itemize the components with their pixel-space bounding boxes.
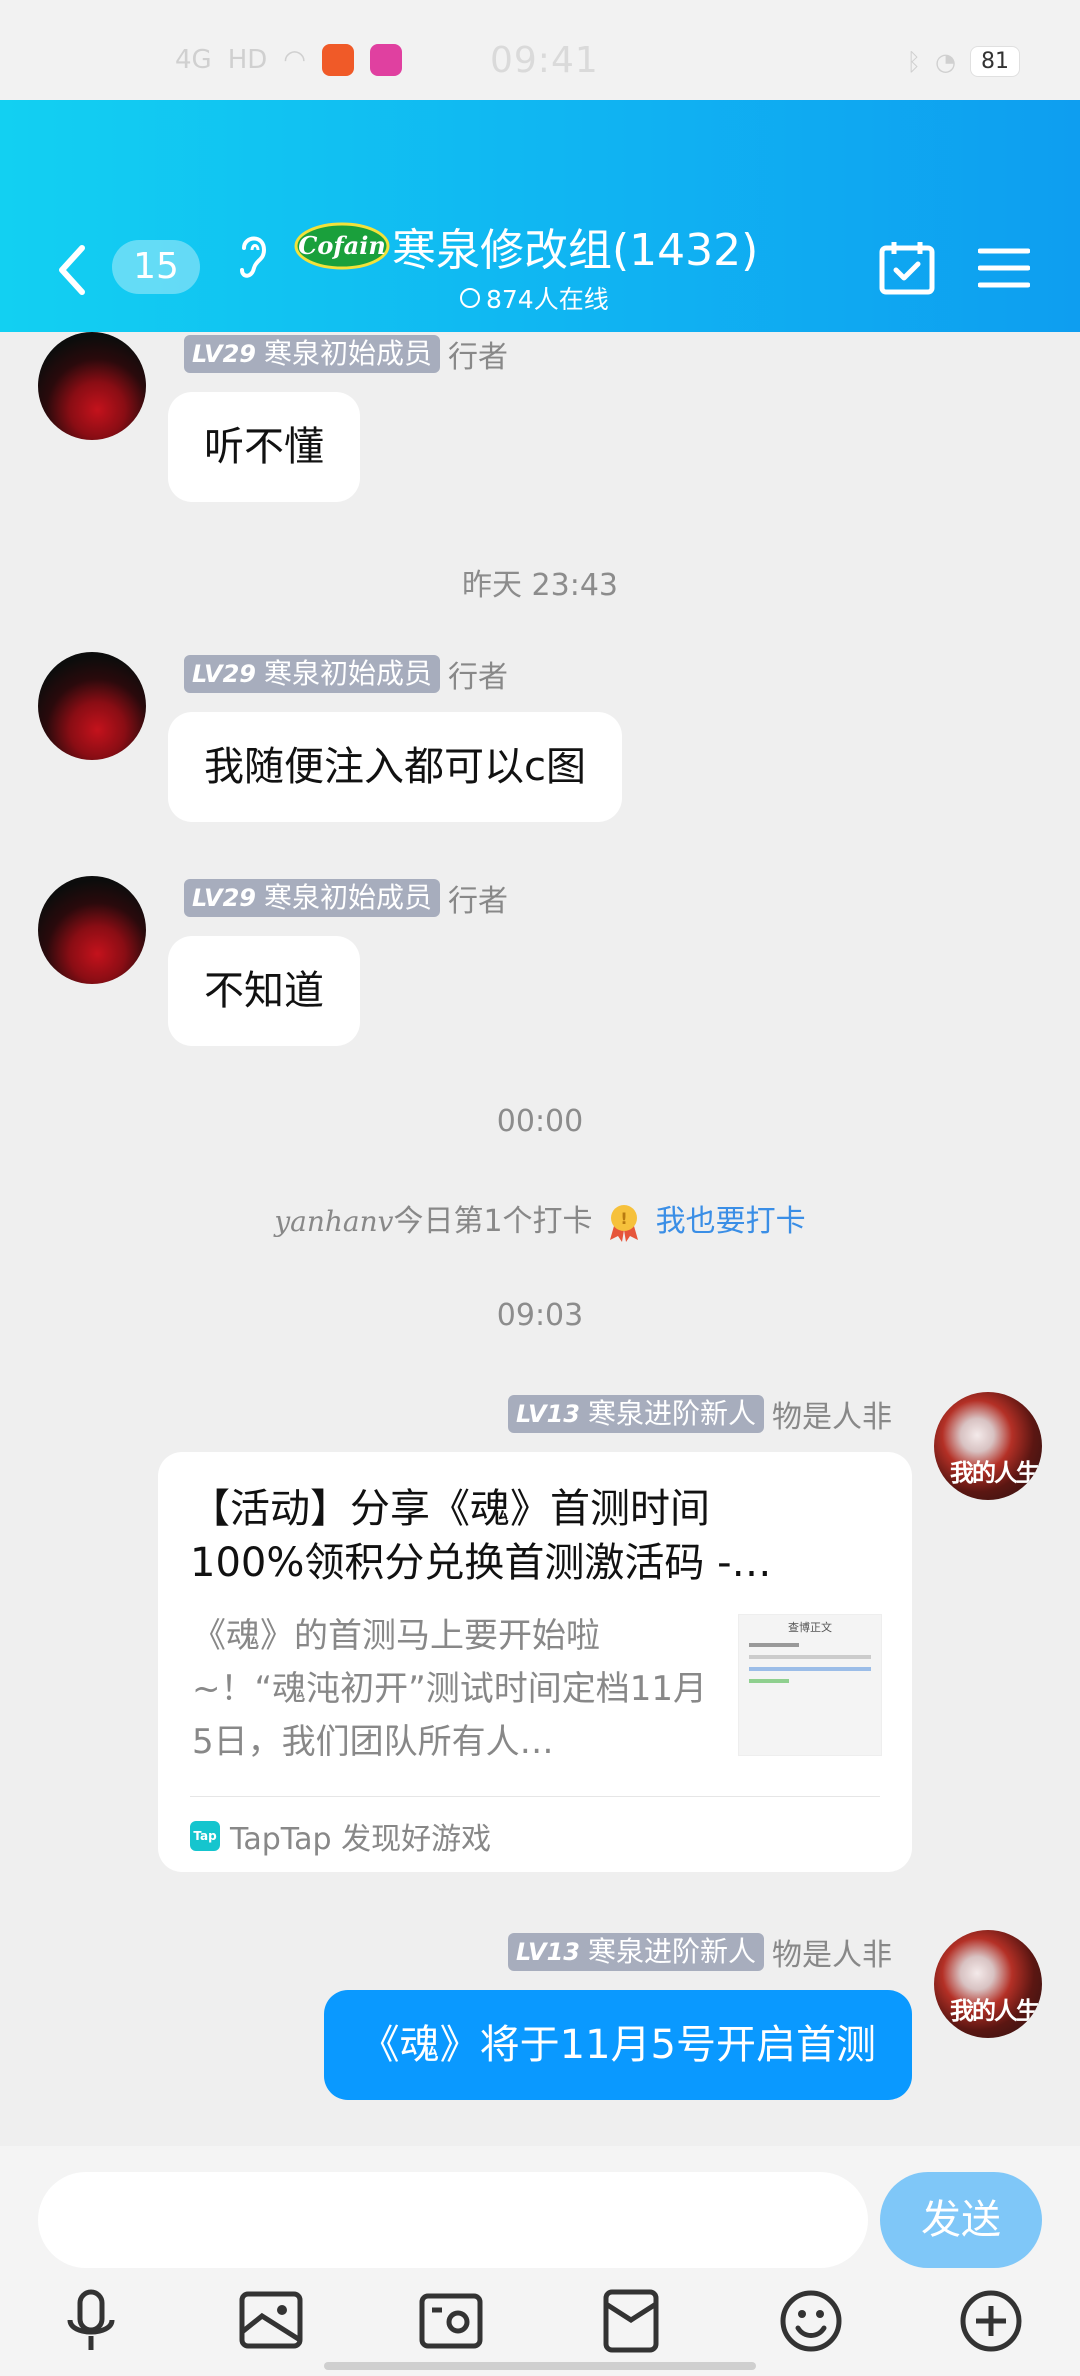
- unread-count-badge[interactable]: 15: [112, 240, 200, 294]
- network-indicator: 4G: [175, 45, 212, 75]
- level-label: LV13: [516, 1938, 580, 1966]
- avatar-caption: 我的人生: [950, 1997, 1040, 2025]
- level-badge: LV29 寒泉初始成员: [184, 655, 440, 693]
- time-separator: 09:03: [496, 1298, 584, 1333]
- level-title: 寒泉初始成员: [263, 657, 432, 690]
- bluetooth-icon: ᛒ: [906, 47, 922, 76]
- card-title-line: 100%领积分兑换首测激活码 -…: [190, 1540, 772, 1586]
- message-meta: LV13 寒泉进阶新人 物是人非: [508, 1392, 892, 1436]
- back-arrow-icon[interactable]: [52, 240, 92, 300]
- level-badge: LV29 寒泉初始成员: [184, 335, 440, 373]
- level-title: 寒泉初始成员: [263, 881, 432, 914]
- status-bar: 4G HD ◠ 09:41 ᛒ ◔ 81: [0, 0, 1080, 100]
- checkin-link[interactable]: 我也要打卡: [656, 1204, 806, 1239]
- divider: [190, 1796, 880, 1797]
- group-title[interactable]: 寒泉修改组(1432): [392, 214, 758, 278]
- emoji-icon[interactable]: [776, 2286, 846, 2356]
- red-packet-icon[interactable]: [596, 2286, 666, 2356]
- medal-icon: !: [610, 1204, 639, 1242]
- app-notification-icon: [321, 44, 354, 76]
- level-label: LV29: [192, 340, 256, 368]
- message-bubble[interactable]: 不知道: [168, 936, 360, 1046]
- group-logo: Cofain: [294, 222, 390, 270]
- message-bubble[interactable]: 听不懂: [168, 392, 360, 502]
- sender-nickname[interactable]: 行者: [448, 652, 508, 696]
- calendar-checkin-icon[interactable]: [878, 240, 936, 296]
- thumb-line: [749, 1667, 871, 1671]
- thumb-line: [749, 1643, 799, 1647]
- level-title: 寒泉进阶新人: [587, 1935, 756, 1968]
- online-check-icon: [460, 288, 480, 308]
- level-title: 寒泉初始成员: [263, 337, 432, 370]
- card-title-line: 【活动】分享《魂》首测时间: [190, 1486, 710, 1532]
- svg-text:!: !: [620, 1209, 627, 1228]
- ear-icon[interactable]: [232, 228, 272, 288]
- menu-icon[interactable]: [978, 246, 1030, 290]
- level-badge: LV29 寒泉初始成员: [184, 879, 440, 917]
- clock: 09:41: [490, 40, 599, 81]
- level-badge: LV13 寒泉进阶新人: [508, 1395, 764, 1433]
- link-share-card[interactable]: 【活动】分享《魂》首测时间 100%领积分兑换首测激活码 -… 《魂》的首测马上…: [158, 1452, 912, 1872]
- level-label: LV29: [192, 884, 256, 912]
- thumb-line: [749, 1655, 871, 1659]
- logo-text: Cofain: [298, 231, 386, 260]
- card-source: Tap TapTap 发现好游戏: [190, 1814, 491, 1858]
- message-meta: LV29 寒泉初始成员 行者: [184, 652, 508, 696]
- avatar[interactable]: [38, 876, 146, 984]
- send-button[interactable]: 发送: [880, 2172, 1042, 2268]
- level-label: LV29: [192, 660, 256, 688]
- battery-indicator: 81: [970, 46, 1020, 77]
- level-label: LV13: [516, 1400, 580, 1428]
- message-bubble[interactable]: 《魂》将于11月5号开启首测: [323, 1990, 912, 2100]
- sender-nickname[interactable]: 行者: [448, 332, 508, 376]
- hd-indicator: HD: [227, 45, 268, 75]
- status-right: ᛒ ◔ 81: [907, 46, 1020, 77]
- card-title: 【活动】分享《魂》首测时间 100%领积分兑换首测激活码 -…: [190, 1482, 870, 1590]
- time-separator: 昨天 23:43: [462, 568, 618, 603]
- sender-nickname[interactable]: 物是人非: [772, 1392, 892, 1436]
- checkin-user: yanhanv: [274, 1205, 394, 1238]
- online-text: 874人在线: [486, 285, 609, 314]
- alarm-icon: ◔: [935, 47, 956, 76]
- chat-header: 15 Cofain 寒泉修改组(1432) 874人在线: [0, 100, 1080, 332]
- card-description: 《魂》的首测马上要开始啦~！“魂沌初开”测试时间定档11月5日，我们团队所有人…: [192, 1616, 707, 1762]
- thumbnail-title: 查博正文: [788, 1621, 832, 1634]
- thumb-line: [749, 1679, 789, 1683]
- message-meta: LV29 寒泉初始成员 行者: [184, 332, 508, 376]
- message-meta: LV13 寒泉进阶新人 物是人非: [508, 1930, 892, 1974]
- card-source-text: TapTap 发现好游戏: [230, 1822, 492, 1857]
- message-input[interactable]: [38, 2172, 868, 2268]
- time-separator: 00:00: [496, 1104, 584, 1139]
- avatar[interactable]: [38, 332, 146, 440]
- level-badge: LV13 寒泉进阶新人: [508, 1933, 764, 1971]
- app-notification-icon-2: [369, 44, 402, 76]
- mic-icon[interactable]: [56, 2286, 126, 2356]
- online-count[interactable]: 874人在线: [460, 280, 609, 316]
- checkin-notice: yanhanv今日第1个打卡 ! 我也要打卡: [0, 1196, 1080, 1242]
- level-title: 寒泉进阶新人: [587, 1397, 756, 1430]
- card-thumbnail: 查博正文: [738, 1614, 882, 1756]
- wifi-icon: ◠: [283, 45, 306, 75]
- status-left: 4G HD ◠: [175, 44, 402, 76]
- camera-icon[interactable]: [416, 2286, 486, 2356]
- plus-icon[interactable]: [956, 2286, 1026, 2356]
- input-bar: 发送: [0, 2146, 1080, 2376]
- avatar-caption: 我的人生: [950, 1459, 1040, 1487]
- avatar[interactable]: [38, 652, 146, 760]
- message-meta: LV29 寒泉初始成员 行者: [184, 876, 508, 920]
- sender-nickname[interactable]: 行者: [448, 876, 508, 920]
- avatar[interactable]: 我的人生: [934, 1392, 1042, 1500]
- avatar[interactable]: 我的人生: [934, 1930, 1042, 2038]
- home-indicator[interactable]: [324, 2362, 756, 2370]
- taptap-icon: Tap: [190, 1821, 220, 1851]
- message-bubble[interactable]: 我随便注入都可以c图: [168, 712, 622, 822]
- sender-nickname[interactable]: 物是人非: [772, 1930, 892, 1974]
- image-icon[interactable]: [236, 2286, 306, 2356]
- checkin-text: 今日第1个打卡: [393, 1204, 593, 1239]
